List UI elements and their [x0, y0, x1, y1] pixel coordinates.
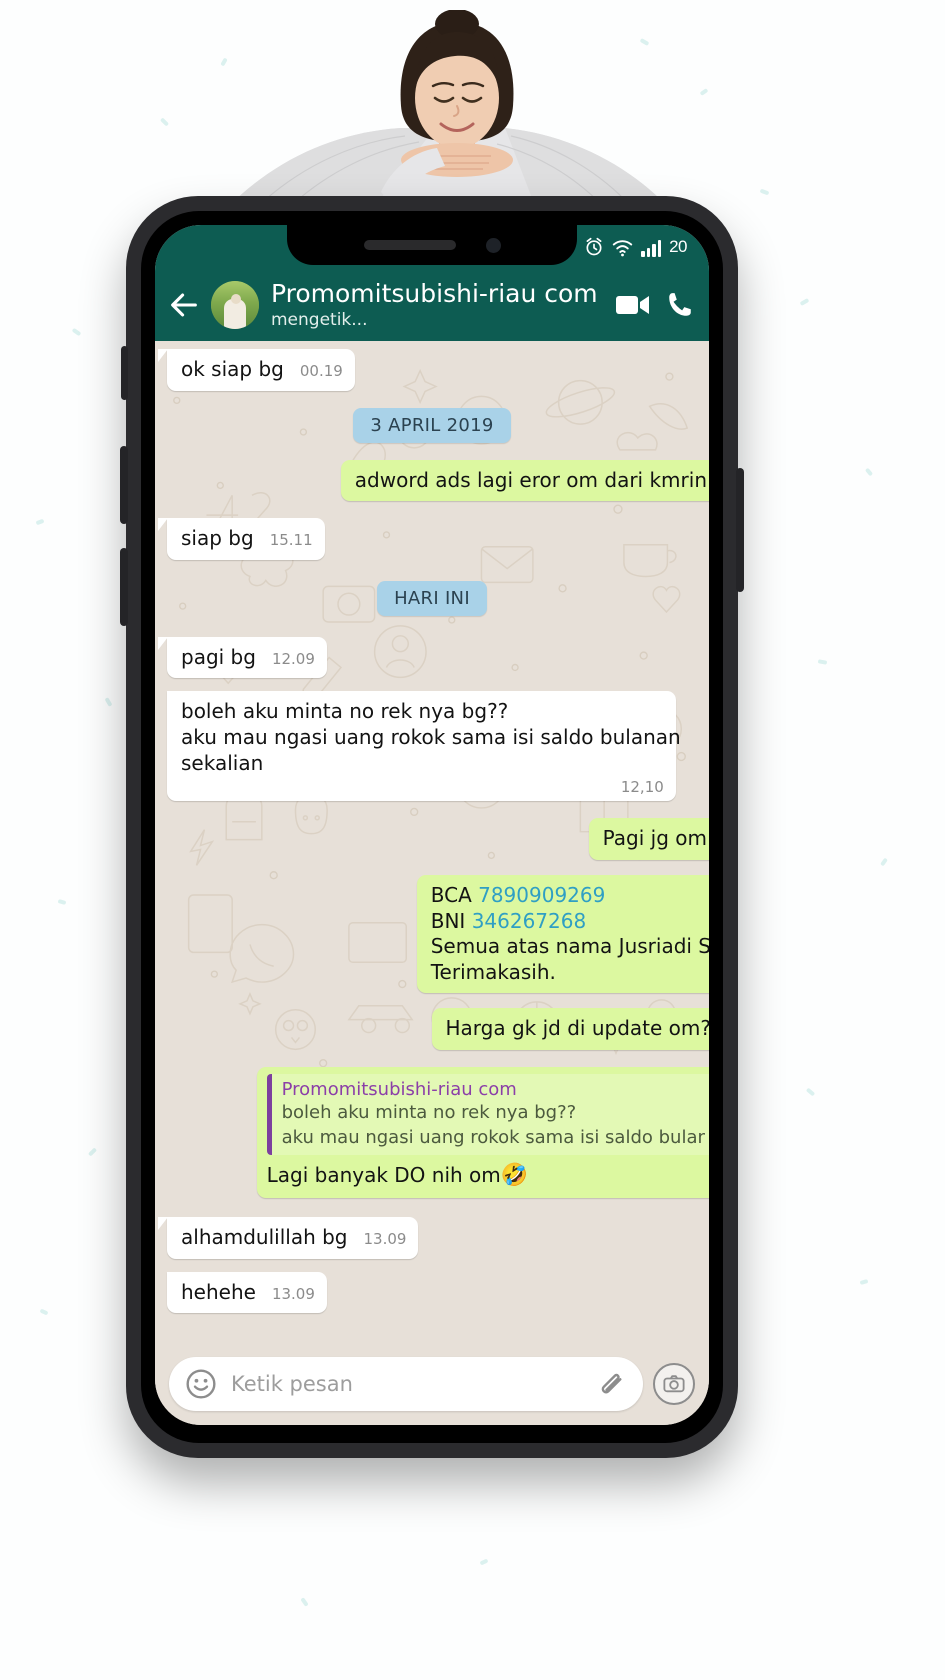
message-list[interactable]: ok siap bg 00.19 3 APRIL 2019 adword ads…	[155, 341, 709, 1349]
phone-screen: 20 Promomitsubishi-riau com mengetik...	[155, 225, 709, 1425]
avatar[interactable]	[211, 281, 259, 329]
message-input-bar: Ketik pesan	[155, 1349, 709, 1425]
message-time: 12.09	[271, 649, 315, 668]
message-text: Harga gk jd di update om?	[445, 1016, 710, 1041]
message-row: hehehe 13.09	[167, 1271, 697, 1314]
message-bubble-incoming[interactable]: hehehe 13.09	[167, 1271, 327, 1314]
status-icon-group: 20	[584, 237, 687, 257]
laughing-emoji-icon: 🤣	[500, 1162, 529, 1188]
wifi-icon	[612, 240, 633, 257]
message-time: 15.11	[269, 531, 313, 550]
date-divider: 3 APRIL 2019	[353, 407, 511, 443]
message-text-line: Semua atas nama Jusriadi S	[430, 934, 709, 959]
message-row: adword ads lagi eror om dari kmrin	[167, 459, 709, 502]
message-bubble-incoming[interactable]: alhamdulillah bg 13.09	[157, 1217, 419, 1259]
messages-container: ok siap bg 00.19 3 APRIL 2019 adword ads…	[157, 349, 709, 1314]
header-actions	[615, 291, 695, 319]
account-number[interactable]: 7890909269	[478, 883, 605, 907]
message-row: BCA 7890909269 BNI 346267268 Semua atas …	[167, 874, 709, 994]
front-camera-icon	[485, 237, 501, 253]
earpiece-speaker	[363, 240, 456, 250]
message-bubble-outgoing-quoted[interactable]: Promomitsubishi-riau com boleh aku minta…	[256, 1066, 709, 1199]
chat-header: Promomitsubishi-riau com mengetik...	[155, 269, 709, 341]
message-text: pagi bg	[181, 644, 256, 669]
video-call-icon[interactable]	[615, 292, 651, 318]
message-row: HARI INI	[167, 580, 697, 616]
message-bubble-outgoing[interactable]: Pagi jg om	[588, 818, 709, 860]
message-time: 13.09	[271, 1284, 315, 1303]
phone-notch	[287, 225, 577, 265]
message-bubble-incoming[interactable]: siap bg 15.11	[158, 518, 325, 560]
camera-button[interactable]	[653, 1363, 695, 1405]
typing-status: mengetik...	[271, 309, 368, 330]
message-row: Harga gk jd di update om?	[167, 1008, 709, 1050]
bank-account-bni: BNI 346267268	[431, 909, 709, 935]
battery-level: 20	[669, 237, 687, 256]
message-row: Pagi jg om	[167, 818, 709, 860]
message-bubble-outgoing[interactable]: Harga gk jd di update om?	[431, 1008, 710, 1050]
message-text-line: boleh aku minta no rek nya bg??	[181, 699, 509, 724]
message-text-line: aku mau ngasi uang rokok sama isi saldo …	[181, 724, 681, 749]
phone-bezel: 20 Promomitsubishi-riau com mengetik...	[141, 211, 723, 1443]
quoted-text-line: aku mau ngasi uang rokok sama isi saldo …	[281, 1126, 705, 1148]
bank-label: BCA	[430, 882, 472, 907]
bank-label: BNI	[430, 908, 466, 933]
back-arrow-icon[interactable]	[167, 288, 201, 322]
phone-device: 20 Promomitsubishi-riau com mengetik...	[120, 196, 744, 1458]
message-text-line: sekalian	[181, 750, 264, 775]
message-bubble-incoming[interactable]: pagi bg 12.09	[158, 636, 327, 679]
volume-down-button[interactable]	[120, 548, 128, 626]
search-input-placeholder[interactable]: Ketik pesan	[231, 1372, 581, 1396]
message-text: hehehe	[181, 1279, 256, 1304]
message-row: pagi bg 12.09	[158, 636, 697, 679]
message-text: ok siap bg	[181, 357, 284, 381]
message-time: 13.09	[363, 1230, 407, 1249]
power-button[interactable]	[736, 468, 744, 592]
message-row: ok siap bg 00.19	[158, 349, 697, 391]
mute-switch[interactable]	[121, 346, 128, 400]
date-divider: HARI INI	[377, 580, 487, 616]
phone-call-icon[interactable]	[667, 291, 693, 319]
message-row: Promomitsubishi-riau com boleh aku minta…	[167, 1066, 709, 1199]
message-row: 3 APRIL 2019	[167, 407, 697, 443]
message-time: 12,10	[620, 778, 664, 797]
page-title: Promomitsubishi-riau com	[271, 279, 598, 309]
message-bubble-incoming[interactable]: ok siap bg 00.19	[158, 349, 355, 391]
quoted-sender-name: Promomitsubishi-riau com	[281, 1078, 517, 1100]
signal-icon	[641, 240, 662, 257]
account-number[interactable]: 346267268	[472, 909, 587, 933]
message-bubble-outgoing[interactable]: BCA 7890909269 BNI 346267268 Semua atas …	[416, 874, 709, 994]
message-input-pill[interactable]: Ketik pesan	[169, 1357, 643, 1411]
message-text: siap bg	[181, 526, 254, 551]
message-row: boleh aku minta no rek nya bg?? aku mau …	[167, 691, 697, 802]
message-text-line: Terimakasih.	[430, 959, 556, 984]
message-time: 00.19	[299, 362, 343, 380]
emoji-smiley-icon[interactable]	[185, 1368, 217, 1400]
quoted-message[interactable]: Promomitsubishi-riau com boleh aku minta…	[266, 1073, 709, 1155]
message-row: alhamdulillah bg 13.09	[157, 1217, 697, 1259]
quoted-text-line: boleh aku minta no rek nya bg??	[281, 1102, 577, 1124]
message-text: alhamdulillah bg	[181, 1225, 348, 1250]
message-text-row: Lagi banyak DO nih om🤣	[267, 1162, 709, 1190]
message-bubble-incoming[interactable]: boleh aku minta no rek nya bg?? aku mau …	[167, 691, 681, 802]
chat-title-block[interactable]: Promomitsubishi-riau com mengetik...	[269, 280, 605, 330]
message-text: Lagi banyak DO nih om	[266, 1162, 501, 1187]
bank-account-bca: BCA 7890909269	[431, 883, 709, 909]
message-bubble-outgoing[interactable]: adword ads lagi eror om dari kmrin	[340, 459, 709, 502]
camera-icon	[663, 1375, 685, 1393]
alarm-icon	[586, 237, 602, 256]
message-text: Pagi jg om	[602, 826, 707, 851]
volume-up-button[interactable]	[120, 446, 128, 524]
paperclip-icon[interactable]	[595, 1368, 627, 1400]
message-row: siap bg 15.11	[158, 518, 697, 560]
message-text: adword ads lagi eror om dari kmrin	[354, 467, 707, 492]
